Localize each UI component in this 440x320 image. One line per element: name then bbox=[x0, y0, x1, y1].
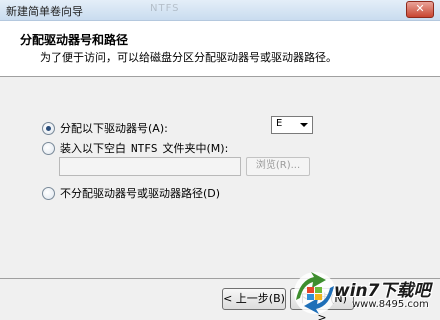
drive-letter-select[interactable]: E bbox=[271, 116, 313, 134]
page-title: 分配驱动器号和路径 bbox=[20, 33, 129, 47]
folder-path-input[interactable] bbox=[59, 157, 241, 176]
page-description: 为了便于访问，可以给磁盘分区分配驱动器号或驱动器路径。 bbox=[40, 51, 337, 64]
title-bar: 新建简单卷向导 NTFS ✕ bbox=[0, 0, 440, 21]
browse-button[interactable]: 浏览(R)... bbox=[246, 157, 310, 176]
watermark-url: www.8495.com bbox=[352, 299, 429, 310]
mount-folder-radio[interactable] bbox=[42, 141, 55, 155]
close-icon: ✕ bbox=[415, 2, 425, 15]
win7-logo-icon bbox=[294, 272, 336, 314]
window-title: 新建简单卷向导 bbox=[6, 5, 83, 18]
no-assign-label: 不分配驱动器号或驱动器路径(D) bbox=[60, 187, 221, 200]
mount-folder-label-prefix: 装入以下空白 bbox=[60, 142, 126, 155]
assign-letter-radio[interactable] bbox=[42, 121, 55, 135]
assign-letter-option[interactable]: 分配以下驱动器号(A): bbox=[42, 120, 168, 136]
no-assign-radio[interactable] bbox=[42, 186, 55, 200]
drive-letter-value: E bbox=[276, 118, 283, 129]
no-assign-option[interactable]: 不分配驱动器号或驱动器路径(D) bbox=[42, 185, 220, 201]
watermark-title: win7下载吧 bbox=[334, 281, 431, 301]
mount-folder-label-fs: NTFS bbox=[131, 141, 158, 155]
wizard-header: 分配驱动器号和路径 为了便于访问，可以给磁盘分区分配驱动器号或驱动器路径。 bbox=[0, 21, 440, 77]
close-button[interactable]: ✕ bbox=[406, 1, 434, 18]
wizard-window: 新建简单卷向导 NTFS ✕ 分配驱动器号和路径 为了便于访问，可以给磁盘分区分… bbox=[0, 0, 440, 320]
mount-folder-option[interactable]: 装入以下空白 NTFS 文件夹中(M): bbox=[42, 140, 228, 156]
mount-folder-label-suffix: 文件夹中(M): bbox=[162, 142, 229, 155]
site-watermark: win7下载吧 www.8495.com bbox=[290, 266, 440, 320]
chevron-down-icon bbox=[300, 123, 308, 127]
back-button[interactable]: < 上一步(B) bbox=[222, 288, 286, 310]
assign-letter-label: 分配以下驱动器号(A): bbox=[60, 122, 168, 135]
title-background-text: NTFS bbox=[150, 3, 180, 14]
